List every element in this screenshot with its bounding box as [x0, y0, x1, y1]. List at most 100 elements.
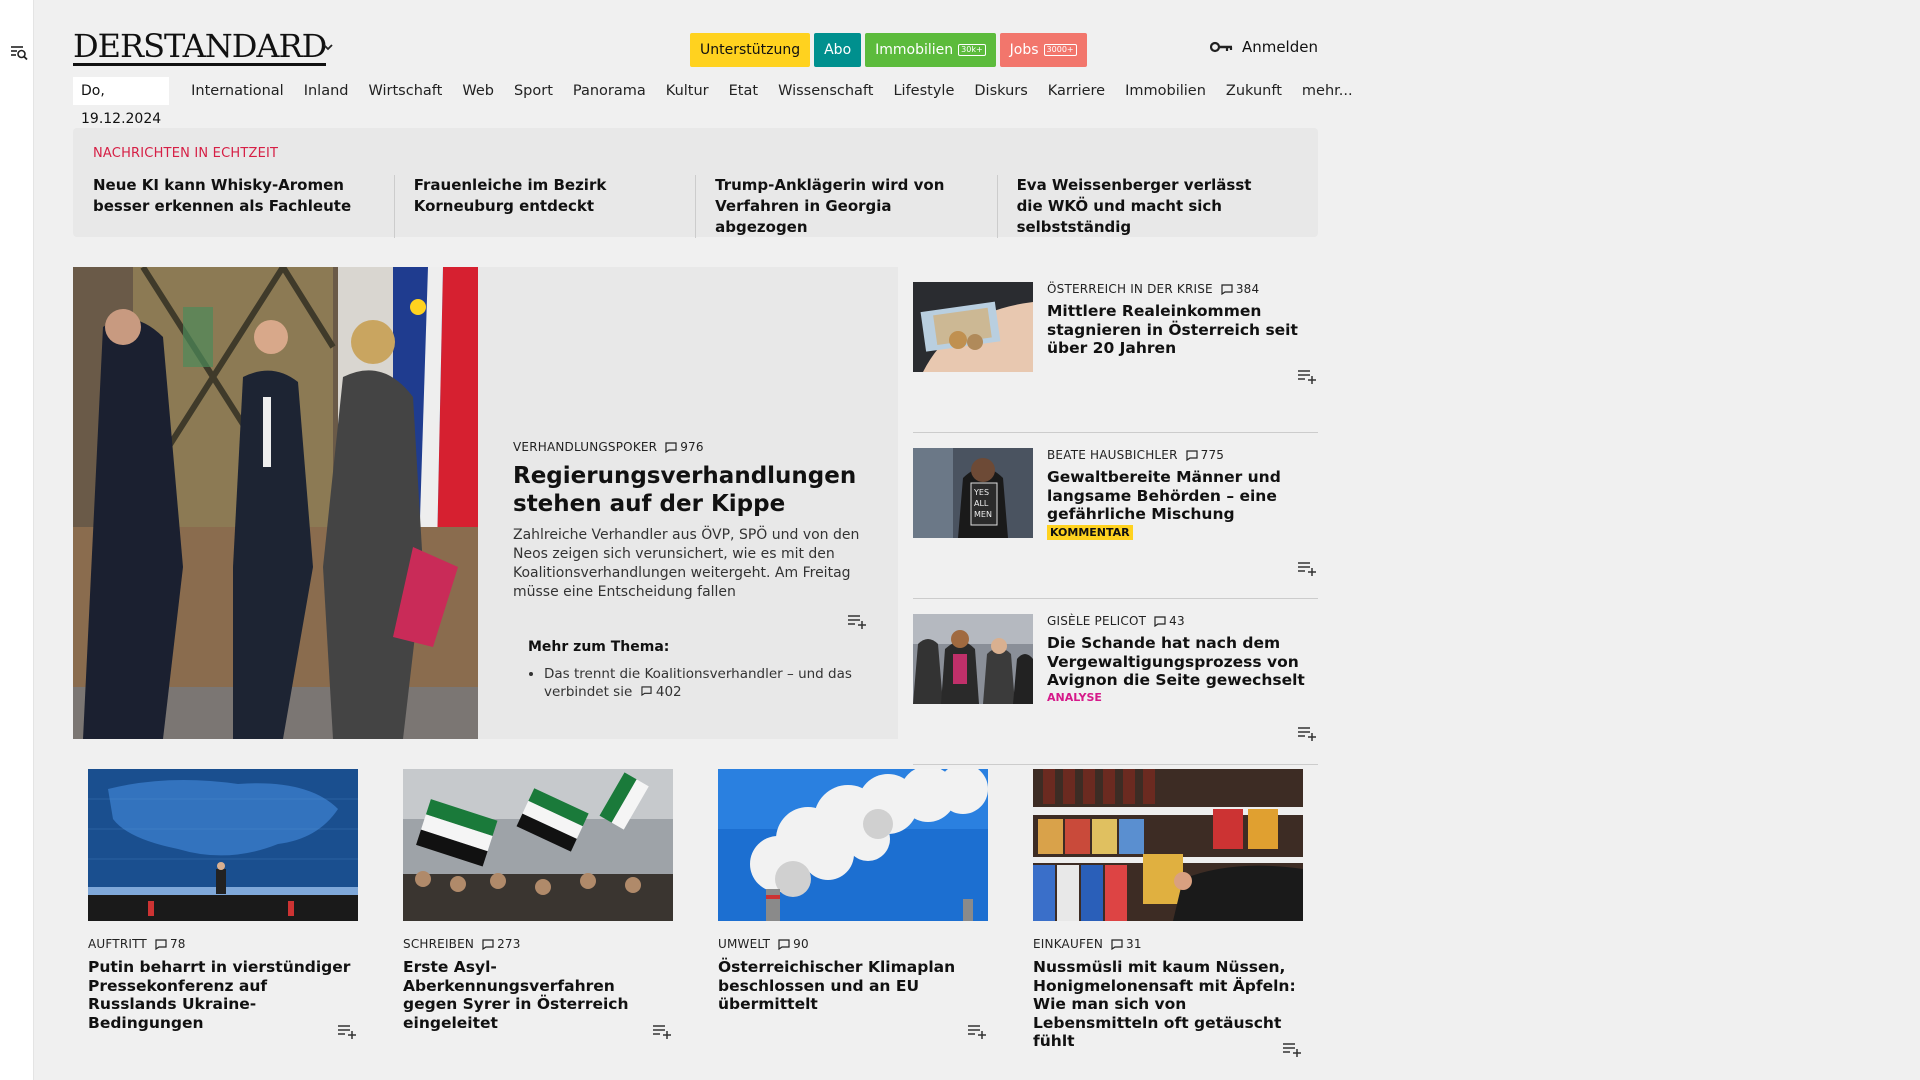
- story-card-title[interactable]: Erste Asyl-Aberkennungsverfahren gegen S…: [403, 958, 673, 1032]
- abo-button[interactable]: Abo: [814, 33, 862, 67]
- nav-item-lifestyle[interactable]: Lifestyle: [883, 83, 964, 99]
- add-to-list-icon[interactable]: [1296, 724, 1318, 742]
- comment-count-value: 78: [169, 937, 186, 951]
- side-story-kicker: ÖSTERREICH IN DER KRISE 384: [1047, 282, 1259, 296]
- nav-item-immobilien[interactable]: Immobilien: [1115, 83, 1216, 99]
- story-card-title[interactable]: Putin beharrt in vierstündiger Pressekon…: [88, 958, 358, 1032]
- comment-count[interactable]: 384: [1221, 282, 1260, 296]
- comment-icon: [665, 441, 677, 453]
- comment-count-value: 384: [1235, 282, 1260, 296]
- story-card-image[interactable]: [718, 769, 988, 921]
- side-story: YES ALL MEN BEATE HAUSBICHLER 775 Gewalt…: [913, 433, 1318, 599]
- side-stories: ÖSTERREICH IN DER KRISE 384 Mittlere Rea…: [913, 267, 1318, 765]
- comment-count[interactable]: 31: [1111, 937, 1142, 951]
- story-card-image[interactable]: [403, 769, 673, 921]
- side-story: ÖSTERREICH IN DER KRISE 384 Mittlere Rea…: [913, 267, 1318, 433]
- story-card: UMWELT 90 Österreichischer Klimaplan bes…: [718, 769, 988, 1069]
- story-card-title[interactable]: Nussmüsli mit kaum Nüssen, Honigmelonens…: [1033, 958, 1303, 1051]
- add-to-list-icon[interactable]: [1296, 559, 1318, 577]
- kommentar-badge: KOMMENTAR: [1047, 525, 1133, 540]
- abo-label: Abo: [824, 42, 852, 58]
- story-card-kicker-label: UMWELT: [718, 937, 771, 951]
- comment-count[interactable]: 402: [640, 684, 682, 700]
- side-story-title[interactable]: Gewaltbereite Männer und langsame Behörd…: [1047, 468, 1309, 524]
- nav-item-inland[interactable]: Inland: [294, 83, 359, 99]
- page-content: DERSTANDARD Unterstützung Abo Immobilien…: [73, 0, 1353, 1057]
- nav-item-wissenschaft[interactable]: Wissenschaft: [768, 83, 883, 99]
- comment-count[interactable]: 775: [1186, 448, 1225, 462]
- breaking-news-item[interactable]: Neue KI kann Whisky-Aromen besser erkenn…: [93, 175, 394, 238]
- analyse-badge: ANALYSE: [1047, 691, 1102, 704]
- breaking-news-item[interactable]: Trump-Anklägerin wird von Verfahren in G…: [695, 175, 996, 238]
- jobs-badge: 3000+: [1043, 44, 1077, 56]
- login-button[interactable]: Anmelden: [1209, 38, 1318, 56]
- nav-item-kultur[interactable]: Kultur: [656, 83, 719, 99]
- nav-item-diskurs[interactable]: Diskurs: [964, 83, 1037, 99]
- current-date: Do, 19.12.2024: [73, 77, 170, 127]
- comment-icon: [1111, 938, 1123, 950]
- side-story-image[interactable]: YES ALL MEN: [913, 448, 1033, 538]
- menu-search-icon[interactable]: [10, 44, 28, 62]
- site-logo[interactable]: DERSTANDARD: [73, 30, 327, 66]
- support-label: Unterstützung: [700, 42, 801, 58]
- add-to-list-icon[interactable]: [966, 1022, 988, 1040]
- nav-item-zukunft[interactable]: Zukunft: [1216, 83, 1292, 99]
- comment-count[interactable]: 78: [155, 937, 186, 951]
- add-to-list-icon[interactable]: [336, 1022, 358, 1040]
- comment-count[interactable]: 90: [778, 937, 809, 951]
- comment-count[interactable]: 43: [1154, 614, 1185, 628]
- jobs-button[interactable]: Jobs 3000+: [999, 33, 1087, 67]
- support-button[interactable]: Unterstützung: [690, 33, 811, 67]
- main-nav: Do, 19.12.2024 International Inland Wirt…: [73, 77, 1363, 127]
- nav-item-etat[interactable]: Etat: [719, 83, 768, 99]
- related-articles: Mehr zum Thema: Das trennt die Koalition…: [528, 639, 868, 701]
- story-card-kicker: SCHREIBEN 273: [403, 937, 673, 951]
- comment-icon: [1186, 449, 1198, 461]
- side-story-kicker-label: ÖSTERREICH IN DER KRISE: [1047, 282, 1213, 296]
- comment-icon: [155, 938, 167, 950]
- add-to-list-icon[interactable]: [651, 1022, 673, 1040]
- side-story-image[interactable]: [913, 282, 1033, 372]
- jobs-label: Jobs: [1009, 42, 1039, 58]
- comment-count-value: 90: [793, 937, 809, 951]
- story-card-image[interactable]: [1033, 769, 1303, 921]
- side-story-title[interactable]: Die Schande hat nach dem Vergewaltigungs…: [1047, 634, 1309, 690]
- comment-count-value: 775: [1200, 448, 1225, 462]
- comment-count-value: 273: [497, 937, 521, 951]
- comment-icon: [482, 938, 494, 950]
- comment-count-value: 31: [1126, 937, 1142, 951]
- side-story-title[interactable]: Mittlere Realeinkommen stagnieren in Öst…: [1047, 302, 1309, 358]
- story-card-image[interactable]: [88, 769, 358, 921]
- breaking-news-item[interactable]: Frauenleiche im Bezirk Korneuburg entdec…: [393, 175, 695, 238]
- key-icon: [1209, 41, 1233, 53]
- nav-item-web[interactable]: Web: [452, 83, 504, 99]
- add-to-list-icon[interactable]: [1281, 1040, 1303, 1058]
- chevron-down-icon[interactable]: [321, 42, 335, 52]
- nav-item-sport[interactable]: Sport: [504, 83, 563, 99]
- story-card: EINKAUFEN 31 Nussmüsli mit kaum Nüssen, …: [1033, 769, 1303, 1069]
- nav-item-more[interactable]: mehr...: [1292, 83, 1363, 99]
- lead-title[interactable]: Regierungsverhandlungen stehen auf der K…: [513, 462, 856, 518]
- add-to-list-icon[interactable]: [1296, 367, 1318, 385]
- breaking-news-item[interactable]: Eva Weissenberger verlässt die WKÖ und m…: [996, 175, 1298, 238]
- lead-story-image[interactable]: [73, 267, 478, 739]
- add-to-list-icon[interactable]: [846, 612, 868, 630]
- nav-item-panorama[interactable]: Panorama: [563, 83, 656, 99]
- immobilien-label: Immobilien: [875, 42, 954, 58]
- comment-icon: [778, 938, 790, 950]
- story-grid: AUFTRITT 78 Putin beharrt in vierstündig…: [88, 769, 1303, 1069]
- story-card-title[interactable]: Österreichischer Klimaplan beschlossen u…: [718, 958, 988, 1014]
- story-card-kicker: UMWELT 90: [718, 937, 988, 951]
- immobilien-button[interactable]: Immobilien 30k+: [865, 33, 996, 67]
- svg-text:ALL: ALL: [974, 499, 989, 508]
- svg-text:YES: YES: [973, 488, 989, 497]
- comment-count[interactable]: 976: [665, 440, 704, 454]
- story-card: SCHREIBEN 273 Erste Asyl-Aberkennungsver…: [403, 769, 673, 1069]
- nav-item-international[interactable]: International: [181, 83, 294, 99]
- related-article-link[interactable]: Das trennt die Koalitionsverhandler – un…: [544, 665, 868, 701]
- related-label: Mehr zum Thema:: [528, 639, 670, 655]
- side-story-image[interactable]: [913, 614, 1033, 704]
- nav-item-wirtschaft[interactable]: Wirtschaft: [358, 83, 452, 99]
- nav-item-karriere[interactable]: Karriere: [1038, 83, 1115, 99]
- comment-count[interactable]: 273: [482, 937, 521, 951]
